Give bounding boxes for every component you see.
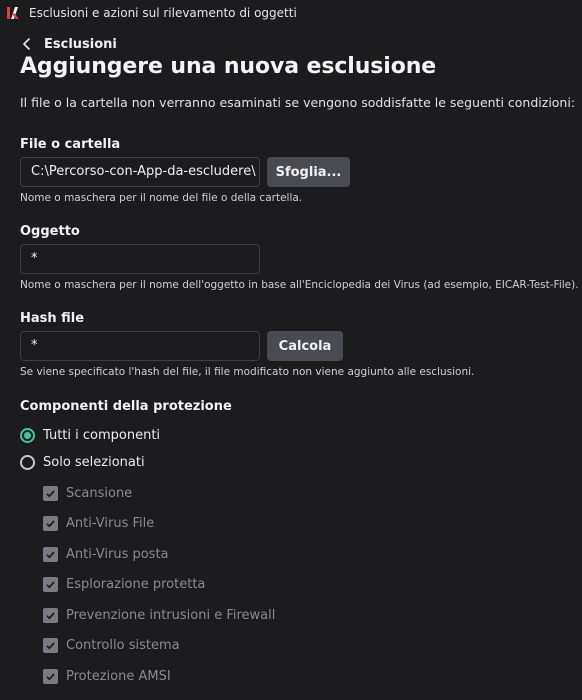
checkbox-checked-icon <box>43 486 58 501</box>
radio-label: Tutti i componenti <box>43 428 161 443</box>
checkbox-label: Protezione AMSI <box>66 669 171 684</box>
checkbox-label: Anti-Virus posta <box>66 547 169 562</box>
checkbox-label: Controllo sistema <box>66 638 180 653</box>
checkbox-label: Esplorazione protetta <box>66 577 206 592</box>
object-hint: Nome o maschera per il nome dell'oggetto… <box>20 279 579 291</box>
kaspersky-k-logo-icon <box>6 6 20 20</box>
radio-label: Solo selezionati <box>43 455 145 470</box>
object-label: Oggetto <box>20 224 80 239</box>
hash-label: Hash file <box>20 311 85 326</box>
hash-input[interactable]: * <box>20 331 260 361</box>
checkbox-label: Scansione <box>66 486 133 501</box>
component-checkbox-safe-browsing[interactable]: Esplorazione protetta <box>43 577 205 592</box>
component-checkbox-intrusion-firewall[interactable]: Prevenzione intrusioni e Firewall <box>43 608 275 623</box>
chevron-left-icon <box>23 38 30 50</box>
calculate-button[interactable]: Calcola <box>267 331 343 361</box>
checkbox-checked-icon <box>43 516 58 531</box>
component-checkbox-file-antivirus[interactable]: Anti-Virus File <box>43 516 154 531</box>
radio-checked-icon <box>20 428 35 443</box>
page-title: Aggiungere una nuova esclusione <box>20 54 437 79</box>
radio-selected-only[interactable]: Solo selezionati <box>20 455 145 470</box>
checkbox-label: Prevenzione intrusioni e Firewall <box>66 608 276 623</box>
hash-hint: Se viene specificato l'hash del file, il… <box>20 366 475 378</box>
window-title: Esclusioni e azioni sul rilevamento di o… <box>29 6 297 20</box>
radio-all-components[interactable]: Tutti i componenti <box>20 428 160 443</box>
file-folder-label: File o cartella <box>20 137 121 152</box>
object-input[interactable]: * <box>20 244 260 274</box>
components-label: Componenti della protezione <box>20 399 232 414</box>
checkbox-checked-icon <box>43 547 58 562</box>
component-checkbox-scan[interactable]: Scansione <box>43 486 132 501</box>
checkbox-checked-icon <box>43 638 58 653</box>
back-label: Esclusioni <box>44 36 117 52</box>
file-folder-input[interactable]: C:\Percorso-con-App-da-escludere\ <box>20 157 260 187</box>
file-folder-hint: Nome o maschera per il nome del file o d… <box>20 192 303 204</box>
browse-button[interactable]: Sfoglia... <box>267 157 350 187</box>
component-checkbox-amsi[interactable]: Protezione AMSI <box>43 669 171 684</box>
component-checkbox-mail-antivirus[interactable]: Anti-Virus posta <box>43 547 169 562</box>
page-subtitle: Il file o la cartella non verranno esami… <box>20 95 576 110</box>
checkbox-checked-icon <box>43 669 58 684</box>
checkbox-checked-icon <box>43 608 58 623</box>
checkbox-checked-icon <box>43 577 58 592</box>
checkbox-label: Anti-Virus File <box>66 516 155 531</box>
component-checkbox-system-watcher[interactable]: Controllo sistema <box>43 638 180 653</box>
back-to-exclusions-link[interactable]: Esclusioni <box>20 36 117 52</box>
title-bar: Esclusioni e azioni sul rilevamento di o… <box>0 0 582 26</box>
radio-unchecked-icon <box>20 455 35 470</box>
